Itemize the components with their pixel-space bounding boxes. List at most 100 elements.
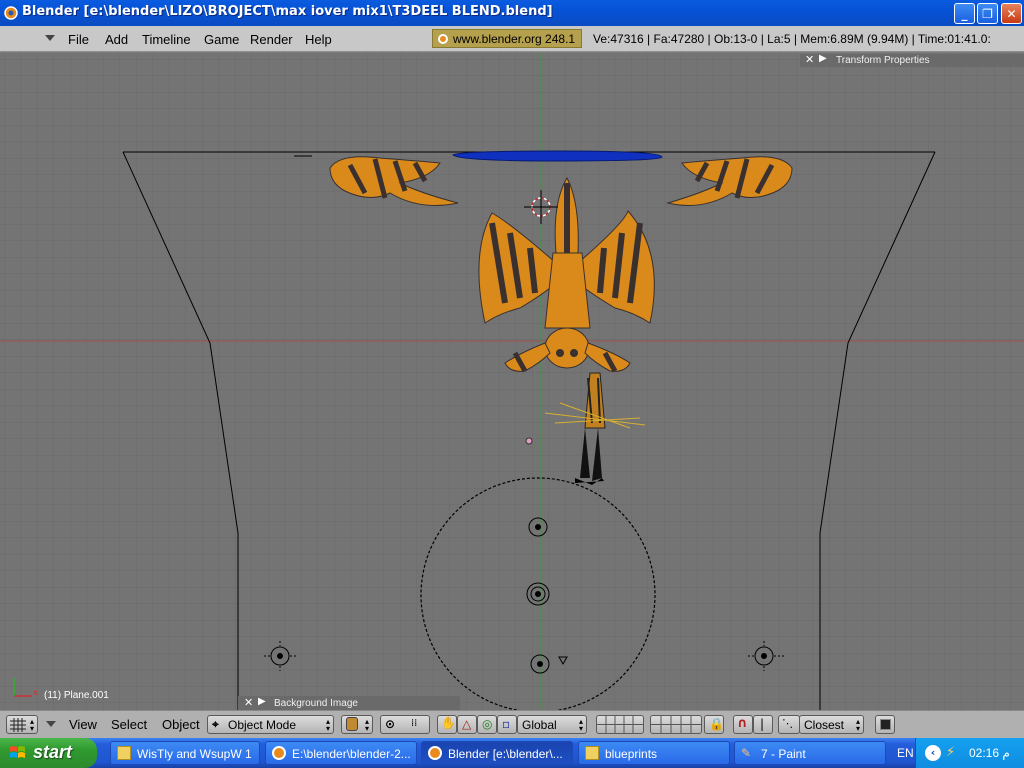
menu-help[interactable]: Help [305, 32, 332, 47]
language-indicator[interactable]: EN [897, 746, 914, 760]
object-mode-icon: ⌖ [212, 717, 219, 731]
active-object-label: (11) Plane.001 [44, 690, 109, 701]
3d-viewport[interactable]: x ✕ ▶ Transform Properties (11) Plane.00… [0, 53, 1024, 710]
updown-arrow-icon: ▴ ▾ [855, 717, 860, 733]
taskbar-item-folder[interactable]: WisTly and WsupW 1 [110, 741, 260, 765]
close-panel-icon[interactable]: ✕ [244, 696, 253, 709]
snap-target-select[interactable]: Closest ▴ ▾ [799, 715, 864, 734]
lock-icon: 🔒 [709, 717, 724, 731]
draw-type-select[interactable]: ▴ ▾ [341, 715, 373, 734]
snap-element-select[interactable]: ⋱ [778, 715, 800, 734]
proportional-edit-toggle[interactable]: | [753, 715, 773, 734]
layer-buttons-2[interactable] [650, 715, 702, 734]
header-collapse-icon[interactable] [46, 721, 56, 727]
snap-target-value: Closest [804, 718, 845, 732]
lock-layers-button[interactable]: 🔒 [704, 715, 724, 734]
menu-select[interactable]: Select [111, 717, 147, 732]
version-label: www.blender.org 248.1 [453, 32, 576, 46]
pivot-icon: ⊙ [385, 717, 396, 731]
window-titlebar[interactable]: Blender [e:\blender\LIZO\BROJECT\max iov… [0, 0, 1024, 26]
taskbar-item-label: 7 - Paint [761, 747, 806, 761]
taskbar-item-label: Blender [e:\blender\... [448, 747, 563, 761]
menu-view[interactable]: View [69, 717, 97, 732]
blender-logo-icon [438, 34, 448, 44]
start-label: start [33, 742, 73, 762]
start-button[interactable]: start [0, 738, 97, 768]
minimize-button[interactable]: _ [954, 3, 975, 24]
magnet-icon: ∩ [737, 716, 748, 731]
render-preview-button[interactable] [875, 715, 895, 734]
menu-render[interactable]: Render [250, 32, 293, 47]
windows-taskbar: start WisTly and WsupW 1 E:\blender\blen… [0, 738, 1024, 768]
blender-icon [428, 746, 442, 760]
blender-icon [272, 746, 286, 760]
restore-icon: ❐ [982, 6, 993, 21]
menu-game[interactable]: Game [204, 32, 239, 47]
editor-type-menu[interactable]: ▴ ▾ [6, 715, 38, 734]
close-panel-icon[interactable]: ✕ [805, 53, 814, 66]
svg-text:x: x [33, 688, 38, 697]
folder-icon [585, 746, 599, 760]
updown-arrow-icon: ▴ ▾ [29, 717, 34, 733]
windows-flag-icon [10, 746, 25, 758]
scene-stats: Ve:47316 | Fa:47280 | Ob:13-0 | La:5 | M… [593, 32, 991, 46]
taskbar-item-blender-console[interactable]: E:\blender\blender-2... [265, 741, 417, 765]
orientation-select[interactable]: Global ▴ ▾ [517, 715, 587, 734]
snap-element-icon: ⋱ [782, 717, 793, 730]
close-button[interactable]: ✕ [1001, 3, 1022, 24]
updown-arrow-icon: ▴ ▾ [364, 717, 369, 733]
mode-select-value: Object Mode [228, 718, 297, 732]
tray-expand-icon[interactable]: ‹ [925, 745, 941, 761]
transform-panel-label[interactable]: Transform Properties [836, 55, 930, 66]
header-collapse-icon[interactable] [45, 35, 55, 41]
tray-app-icon[interactable]: ⚡ [946, 745, 962, 761]
close-icon: ✕ [1006, 6, 1017, 21]
menu-object[interactable]: Object [162, 717, 200, 732]
folder-icon [117, 746, 131, 760]
paint-icon: ✎ [741, 746, 752, 760]
translate-toggle[interactable]: △ [457, 715, 477, 734]
layer-buttons-1[interactable] [596, 715, 644, 734]
taskbar-item-blender[interactable]: Blender [e:\blender\... [421, 741, 573, 765]
shading-icon [346, 717, 358, 731]
3d-view-header: ▴ ▾ View Select Object ⌖ Object Mode ▴ ▾ ▴… [0, 710, 1024, 738]
taskbar-item-label: WisTly and WsupW 1 [137, 747, 252, 761]
menu-file[interactable]: File [68, 32, 89, 47]
manipulator-toggle[interactable]: ✋ [437, 715, 457, 734]
menu-add[interactable]: Add [105, 32, 128, 47]
translate-icon: △ [462, 717, 472, 731]
rotate-toggle[interactable]: ◎ [477, 715, 497, 734]
window-title: Blender [e:\blender\LIZO\BROJECT\max iov… [22, 4, 553, 19]
maximize-button[interactable]: ❐ [977, 3, 998, 24]
blue-object [452, 150, 663, 162]
layers-grid-icon [597, 716, 643, 733]
taskbar-clock: 02:16 م [969, 746, 1010, 760]
background-image-panel-label[interactable]: Background Image [274, 698, 358, 709]
rotate-icon: ◎ [482, 717, 493, 731]
pivot-select[interactable]: ⊙ ⁞⁞ [380, 715, 430, 734]
manipulator-dots-icon: ⁞⁞ [411, 718, 418, 729]
expand-arrow-icon[interactable]: ▶ [258, 696, 266, 707]
blender-logo-icon [4, 6, 18, 20]
proportional-icon: | [760, 717, 765, 731]
taskbar-item-paint[interactable]: ✎ 7 - Paint [734, 741, 886, 765]
snap-toggle[interactable]: ∩ [733, 715, 753, 734]
minimize-icon: _ [961, 6, 968, 21]
mode-select[interactable]: ⌖ Object Mode ▴ ▾ [207, 715, 334, 734]
orientation-select-value: Global [522, 718, 557, 732]
updown-arrow-icon: ▴ ▾ [325, 717, 330, 733]
scale-toggle[interactable]: ▫ [497, 715, 517, 734]
small-point [525, 437, 533, 445]
grid-view-icon [10, 718, 26, 732]
updown-arrow-icon: ▴ ▾ [578, 717, 583, 733]
taskbar-item-label: E:\blender\blender-2... [292, 747, 411, 761]
viewport-canvas: x [0, 53, 1024, 710]
blender-version-box[interactable]: www.blender.org 248.1 [432, 29, 582, 48]
menu-timeline[interactable]: Timeline [142, 32, 191, 47]
layers-grid-icon [651, 716, 701, 733]
hand-icon: ✋ [441, 716, 456, 730]
render-icon [880, 719, 891, 730]
scale-icon: ▫ [502, 717, 511, 731]
expand-arrow-icon[interactable]: ▶ [819, 53, 827, 64]
taskbar-item-blueprints[interactable]: blueprints [578, 741, 730, 765]
